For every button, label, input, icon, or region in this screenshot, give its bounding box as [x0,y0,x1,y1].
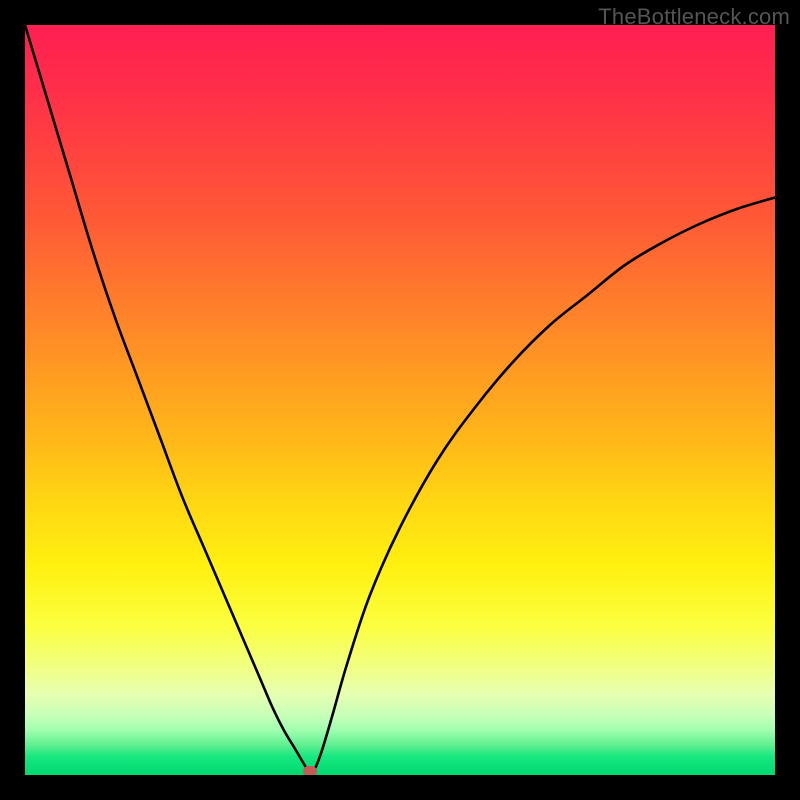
chart-frame: TheBottleneck.com [0,0,800,800]
bottleneck-curve [25,25,775,775]
plot-area [25,25,775,775]
minimum-marker [303,766,317,775]
curve-line [25,25,775,772]
watermark-text: TheBottleneck.com [598,4,790,30]
